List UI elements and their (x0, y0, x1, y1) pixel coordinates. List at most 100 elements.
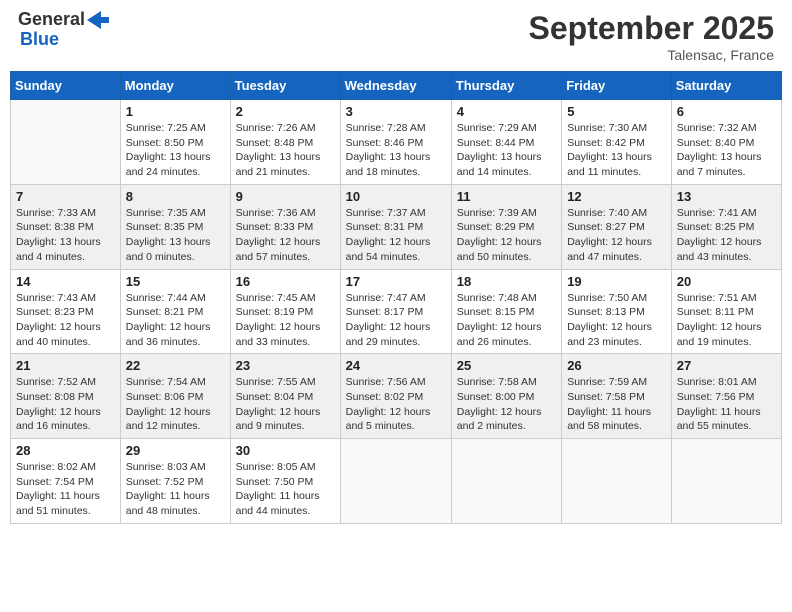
day-number: 2 (236, 104, 335, 119)
calendar-cell: 23Sunrise: 7:55 AM Sunset: 8:04 PM Dayli… (230, 354, 340, 439)
calendar-cell: 10 Sunrise: 7:37 AM Sunset: 8:31 PM Dayli… (340, 184, 451, 269)
day-number: 28 (16, 443, 115, 458)
day-number: 21 (16, 358, 115, 373)
day-number: 4 (457, 104, 556, 119)
day-info: Sunrise: 7:28 AM Sunset: 8:46 PM Dayligh… (346, 121, 446, 180)
month-title: September 2025 (529, 10, 774, 47)
day-number: 16 (236, 274, 335, 289)
calendar-cell: 16 Sunrise: 7:45 AM Sunset: 8:19 PM Dayli… (230, 269, 340, 354)
calendar-cell: 17Sunrise: 7:47 AM Sunset: 8:17 PM Dayli… (340, 269, 451, 354)
day-info: Sunrise: 7:52 AM Sunset: 8:08 PM Dayligh… (16, 375, 115, 434)
day-info: Sunrise: 7:51 AM Sunset: 8:11 PM Dayligh… (677, 291, 776, 350)
day-info: Sunrise: 7:33 AM Sunset: 8:38 PM Dayligh… (16, 206, 115, 265)
day-info: Sunrise: 7:32 AM Sunset: 8:40 PM Dayligh… (677, 121, 776, 180)
day-number: 24 (346, 358, 446, 373)
calendar-cell: 14 Sunrise: 7:43 AM Sunset: 8:23 PM Dayli… (11, 269, 121, 354)
day-info: Sunrise: 7:50 AM Sunset: 8:13 PM Dayligh… (567, 291, 666, 350)
calendar-cell: 22Sunrise: 7:54 AM Sunset: 8:06 PM Dayli… (120, 354, 230, 439)
day-number: 30 (236, 443, 335, 458)
day-info: Sunrise: 7:26 AM Sunset: 8:48 PM Dayligh… (236, 121, 335, 180)
day-number: 10 (346, 189, 446, 204)
day-info: Sunrise: 7:58 AM Sunset: 8:00 PM Dayligh… (457, 375, 556, 434)
day-number: 29 (126, 443, 225, 458)
day-number: 15 (126, 274, 225, 289)
calendar-cell: 18 Sunrise: 7:48 AM Sunset: 8:15 PM Dayli… (451, 269, 561, 354)
day-number: 13 (677, 189, 776, 204)
calendar-cell: 19 Sunrise: 7:50 AM Sunset: 8:13 PM Dayli… (562, 269, 672, 354)
day-info: Sunrise: 7:25 AM Sunset: 8:50 PM Dayligh… (126, 121, 225, 180)
calendar-cell: 15 Sunrise: 7:44 AM Sunset: 8:21 PM Dayli… (120, 269, 230, 354)
location: Talensac, France (529, 47, 774, 63)
day-number: 5 (567, 104, 666, 119)
calendar-cell: 21 Sunrise: 7:52 AM Sunset: 8:08 PM Dayli… (11, 354, 121, 439)
day-info: Sunrise: 7:40 AM Sunset: 8:27 PM Dayligh… (567, 206, 666, 265)
day-number: 11 (457, 189, 556, 204)
calendar-table: SundayMondayTuesdayWednesdayThursdayFrid… (10, 71, 782, 524)
day-number: 27 (677, 358, 776, 373)
title-block: September 2025 Talensac, France (529, 10, 774, 63)
calendar-week-row: 1 Sunrise: 7:25 AM Sunset: 8:50 PM Daylig… (11, 100, 782, 185)
day-info: Sunrise: 7:48 AM Sunset: 8:15 PM Dayligh… (457, 291, 556, 350)
calendar-cell (340, 439, 451, 524)
day-info: Sunrise: 7:35 AM Sunset: 8:35 PM Dayligh… (126, 206, 225, 265)
day-number: 8 (126, 189, 225, 204)
day-number: 17 (346, 274, 446, 289)
calendar-cell: 9Sunrise: 7:36 AM Sunset: 8:33 PM Daylig… (230, 184, 340, 269)
day-info: Sunrise: 7:45 AM Sunset: 8:19 PM Dayligh… (236, 291, 335, 350)
day-number: 1 (126, 104, 225, 119)
day-number: 14 (16, 274, 115, 289)
day-number: 26 (567, 358, 666, 373)
day-info: Sunrise: 7:43 AM Sunset: 8:23 PM Dayligh… (16, 291, 115, 350)
day-number: 19 (567, 274, 666, 289)
calendar-cell: 8 Sunrise: 7:35 AM Sunset: 8:35 PM Daylig… (120, 184, 230, 269)
day-number: 7 (16, 189, 115, 204)
calendar-cell: 3 Sunrise: 7:28 AM Sunset: 8:46 PM Daylig… (340, 100, 451, 185)
calendar-cell: 13 Sunrise: 7:41 AM Sunset: 8:25 PM Dayli… (671, 184, 781, 269)
day-info: Sunrise: 7:29 AM Sunset: 8:44 PM Dayligh… (457, 121, 556, 180)
calendar-cell: 2 Sunrise: 7:26 AM Sunset: 8:48 PM Daylig… (230, 100, 340, 185)
calendar-cell: 1 Sunrise: 7:25 AM Sunset: 8:50 PM Daylig… (120, 100, 230, 185)
calendar-cell (671, 439, 781, 524)
day-number: 18 (457, 274, 556, 289)
calendar-week-row: 7 Sunrise: 7:33 AM Sunset: 8:38 PM Daylig… (11, 184, 782, 269)
day-header-tuesday: Tuesday (230, 72, 340, 100)
day-info: Sunrise: 7:41 AM Sunset: 8:25 PM Dayligh… (677, 206, 776, 265)
day-header-thursday: Thursday (451, 72, 561, 100)
page-header: General Blue September 2025 Talensac, Fr… (10, 10, 782, 63)
calendar-header-row: SundayMondayTuesdayWednesdayThursdayFrid… (11, 72, 782, 100)
day-info: Sunrise: 8:01 AM Sunset: 7:56 PM Dayligh… (677, 375, 776, 434)
day-info: Sunrise: 7:30 AM Sunset: 8:42 PM Dayligh… (567, 121, 666, 180)
day-header-friday: Friday (562, 72, 672, 100)
calendar-cell: 12 Sunrise: 7:40 AM Sunset: 8:27 PM Dayli… (562, 184, 672, 269)
logo-arrow-icon (87, 11, 109, 29)
logo-general-text: General (18, 10, 85, 30)
day-header-sunday: Sunday (11, 72, 121, 100)
logo: General Blue (18, 10, 109, 50)
day-header-saturday: Saturday (671, 72, 781, 100)
calendar-cell: 7 Sunrise: 7:33 AM Sunset: 8:38 PM Daylig… (11, 184, 121, 269)
day-info: Sunrise: 8:02 AM Sunset: 7:54 PM Dayligh… (16, 460, 115, 519)
day-number: 25 (457, 358, 556, 373)
calendar-cell: 5 Sunrise: 7:30 AM Sunset: 8:42 PM Daylig… (562, 100, 672, 185)
day-number: 22 (126, 358, 225, 373)
day-info: Sunrise: 7:37 AM Sunset: 8:31 PM Dayligh… (346, 206, 446, 265)
calendar-cell (451, 439, 561, 524)
logo-block: General Blue (18, 10, 109, 50)
day-number: 3 (346, 104, 446, 119)
day-number: 12 (567, 189, 666, 204)
calendar-cell (562, 439, 672, 524)
calendar-cell: 11 Sunrise: 7:39 AM Sunset: 8:29 PM Dayli… (451, 184, 561, 269)
day-number: 6 (677, 104, 776, 119)
day-info: Sunrise: 7:39 AM Sunset: 8:29 PM Dayligh… (457, 206, 556, 265)
calendar-cell: 24Sunrise: 7:56 AM Sunset: 8:02 PM Dayli… (340, 354, 451, 439)
day-info: Sunrise: 7:44 AM Sunset: 8:21 PM Dayligh… (126, 291, 225, 350)
calendar-cell: 30 Sunrise: 8:05 AM Sunset: 7:50 PM Dayli… (230, 439, 340, 524)
calendar-cell (11, 100, 121, 185)
day-number: 9 (236, 189, 335, 204)
day-info: Sunrise: 8:03 AM Sunset: 7:52 PM Dayligh… (126, 460, 225, 519)
day-header-wednesday: Wednesday (340, 72, 451, 100)
day-info: Sunrise: 7:59 AM Sunset: 7:58 PM Dayligh… (567, 375, 666, 434)
day-header-monday: Monday (120, 72, 230, 100)
calendar-cell: 4 Sunrise: 7:29 AM Sunset: 8:44 PM Daylig… (451, 100, 561, 185)
day-info: Sunrise: 8:05 AM Sunset: 7:50 PM Dayligh… (236, 460, 335, 519)
